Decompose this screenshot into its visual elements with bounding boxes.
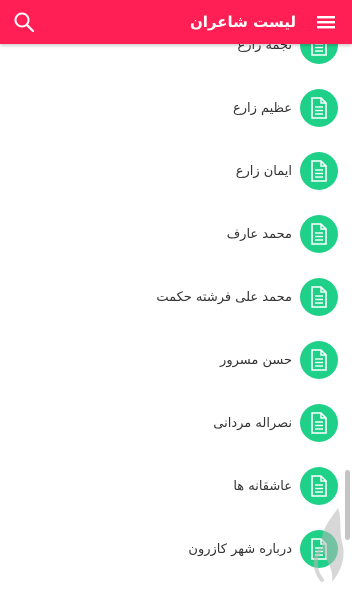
list-item-label: درباره شهر کازرون xyxy=(188,542,292,557)
list-item-label: ایمان زارع xyxy=(235,164,292,179)
list-item-label: حسن مسرور xyxy=(220,353,292,368)
list-item-label: نجمه زارع xyxy=(237,44,292,53)
list-item[interactable]: محمد عارف xyxy=(0,203,352,266)
list-item[interactable]: عظیم زارع xyxy=(0,77,352,140)
hamburger-menu-icon xyxy=(317,16,335,29)
app-bar: لیست شاعران xyxy=(0,0,352,44)
list-item[interactable]: حسن مسرور xyxy=(0,329,352,392)
list-item-label: عاشقانه ها xyxy=(233,479,292,494)
list-item[interactable]: نصراله مردانی xyxy=(0,392,352,455)
list-item[interactable]: محمد علی فرشته حکمت xyxy=(0,266,352,329)
document-icon xyxy=(300,44,338,64)
document-icon xyxy=(300,404,338,442)
list-item[interactable]: درباره شهر کازرون xyxy=(0,518,352,581)
list-item[interactable]: عاشقانه ها xyxy=(0,455,352,518)
document-icon xyxy=(300,278,338,316)
list-item-label: نصراله مردانی xyxy=(213,416,292,431)
list-item[interactable]: ایمان زارع xyxy=(0,140,352,203)
menu-button[interactable] xyxy=(308,6,344,38)
document-icon xyxy=(300,89,338,127)
watermark-logo-icon xyxy=(313,508,344,582)
page-title: لیست شاعران xyxy=(189,13,296,31)
list-item-label: عظیم زارع xyxy=(232,101,292,116)
search-icon xyxy=(14,12,35,33)
list-item-label: محمد علی فرشته حکمت xyxy=(156,290,292,305)
list-item[interactable]: نجمه زارع xyxy=(0,44,352,77)
search-button[interactable] xyxy=(6,6,42,38)
document-icon xyxy=(300,152,338,190)
list-item-label: محمد عارف xyxy=(226,227,292,242)
document-icon xyxy=(300,341,338,379)
poet-list[interactable]: نجمه زارع عظیم زارع ایمان زارع محمد عارف… xyxy=(0,44,352,600)
document-icon xyxy=(300,215,338,253)
